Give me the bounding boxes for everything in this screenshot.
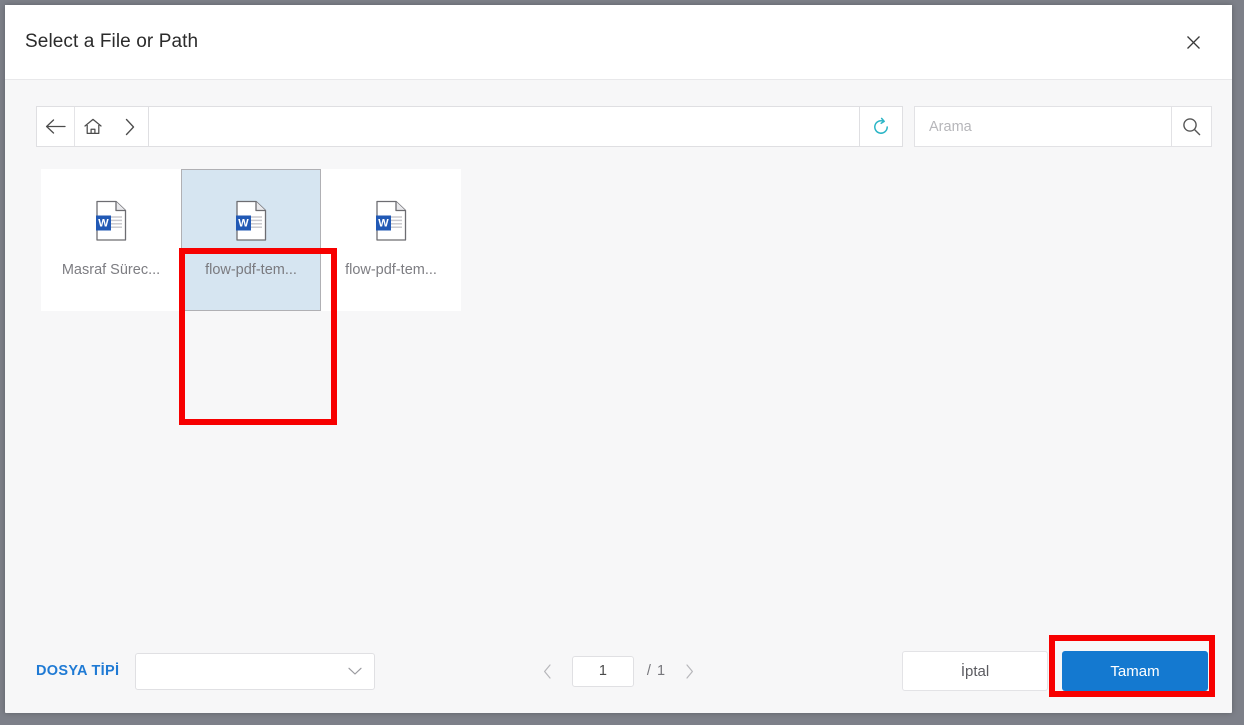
svg-text:W: W — [238, 218, 249, 230]
navigation-toolbar — [36, 106, 1212, 147]
file-name: flow-pdf-tem... — [205, 262, 297, 278]
file-card-selected[interactable]: W flow-pdf-tem... — [181, 169, 321, 311]
file-grid: W Masraf Sürec... W flow-pdf-tem... W fl… — [41, 169, 1232, 311]
ok-button[interactable]: Tamam — [1062, 651, 1208, 691]
refresh-icon[interactable] — [859, 106, 903, 147]
page-separator: / 1 — [647, 663, 666, 679]
file-card[interactable]: W Masraf Sürec... — [41, 169, 181, 311]
page-number-input[interactable] — [571, 655, 634, 687]
search-group — [914, 106, 1212, 147]
file-card[interactable]: W flow-pdf-tem... — [321, 169, 461, 311]
page-total: 1 — [656, 663, 667, 679]
cancel-button[interactable]: İptal — [902, 651, 1048, 691]
word-document-icon: W — [91, 198, 131, 244]
file-picker-dialog: Select a File or Path Arama W Masraf Sür… — [5, 5, 1232, 713]
dialog-footer: DOSYA TİPİ / 1 — [5, 629, 1232, 713]
arrow-left-icon[interactable] — [37, 107, 75, 146]
file-name: Masraf Sürec... — [61, 262, 161, 278]
file-name: flow-pdf-tem... — [345, 262, 437, 278]
chevron-left-icon[interactable] — [533, 656, 563, 686]
nav-button-group — [36, 106, 148, 147]
dialog-actions: İptal Tamam — [902, 651, 1208, 691]
page-separator-slash: / — [646, 663, 652, 679]
chevron-right-icon[interactable] — [111, 107, 148, 146]
filetype-group: DOSYA TİPİ — [36, 652, 376, 690]
path-input[interactable] — [148, 106, 859, 147]
dialog-header: Select a File or Path — [5, 5, 1232, 80]
svg-text:W: W — [98, 218, 109, 230]
chevron-right-icon[interactable] — [674, 656, 704, 686]
dialog-body: W Masraf Sürec... W — [5, 80, 1232, 629]
word-document-icon: W — [231, 198, 271, 244]
search-input[interactable] — [914, 106, 1171, 147]
filetype-select[interactable] — [135, 652, 376, 690]
page-title: Select a File or Path — [25, 31, 199, 52]
close-icon[interactable] — [1180, 29, 1206, 55]
home-icon[interactable] — [75, 107, 112, 146]
chevron-down-icon — [348, 663, 362, 679]
search-icon[interactable] — [1171, 106, 1212, 147]
filetype-label: DOSYA TİPİ — [36, 663, 120, 679]
svg-text:W: W — [378, 218, 389, 230]
word-document-icon: W — [371, 198, 411, 244]
